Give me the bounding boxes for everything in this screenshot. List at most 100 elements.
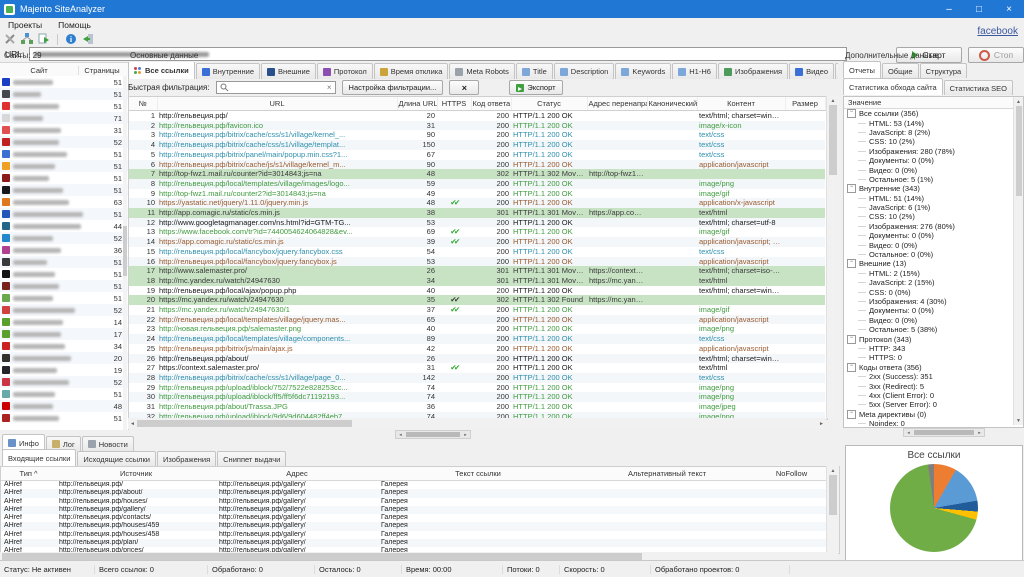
site-row[interactable]: 34: [0, 340, 128, 352]
tree-node[interactable]: 2xx (Success): 351: [844, 372, 1023, 381]
tree-node[interactable]: −Коды ответа (356): [844, 363, 1023, 372]
menu-help[interactable]: Помощь: [50, 20, 99, 30]
links-table-row[interactable]: 13https://www.facebook.com/tr?id=7440054…: [129, 227, 825, 237]
sites-scrollbar[interactable]: [123, 76, 127, 430]
site-row[interactable]: 19: [0, 364, 128, 376]
tab-Статистика SEO[interactable]: Статистика SEO: [944, 80, 1013, 95]
site-row[interactable]: 51: [0, 160, 128, 172]
site-row[interactable]: 51: [0, 88, 128, 100]
column-header[interactable]: HTTPS: [437, 97, 471, 111]
inbound-link-row[interactable]: AHrefhttp://гельвеция.рф/plan/http://гел…: [1, 539, 827, 547]
inbound-link-row[interactable]: AHrefhttp://гельвеция.рф/contacts/http:/…: [1, 514, 827, 522]
column-header[interactable]: Альтернативный текст: [578, 467, 756, 481]
links-table-row[interactable]: 11http://app.comagic.ru/static/cs.min.js…: [129, 208, 825, 218]
site-row[interactable]: 48: [0, 400, 128, 412]
site-row[interactable]: 20: [0, 352, 128, 364]
site-row[interactable]: 51: [0, 100, 128, 112]
tree-node[interactable]: −Meta директивы (0): [844, 410, 1023, 419]
tab-Изображения[interactable]: Изображения: [718, 63, 788, 79]
column-header[interactable]: Адрес: [216, 467, 378, 481]
links-table-row[interactable]: 3http://гельвеция.рф/bitrix/cache/css/s1…: [129, 130, 825, 140]
tree-node[interactable]: −Протокол (343): [844, 334, 1023, 343]
links-table-row[interactable]: 5http://гельвеция.рф/bitrix/panel/main/p…: [129, 150, 825, 160]
tree-node[interactable]: Остальное: 5 (38%): [844, 325, 1023, 334]
minimize-button[interactable]: –: [934, 0, 964, 18]
inbound-link-row[interactable]: AHrefhttp://гельвеция.рф/houses/458http:…: [1, 531, 827, 539]
tab-Title[interactable]: Title: [516, 63, 553, 79]
site-row[interactable]: 51: [0, 76, 128, 88]
sites-col-site[interactable]: Сайт: [0, 66, 78, 75]
tab-Внешние[interactable]: Внешние: [261, 63, 316, 79]
column-header[interactable]: Статус: [511, 97, 587, 111]
site-row[interactable]: 17: [0, 328, 128, 340]
project-tree-icon[interactable]: [21, 33, 33, 45]
column-header[interactable]: Текст ссылки: [378, 467, 578, 481]
links-table-row[interactable]: 31http://гельвеция.рф/about/Trassa.JPG36…: [129, 402, 825, 412]
tab-Структура[interactable]: Структура: [920, 63, 968, 78]
collapse-icon[interactable]: −: [847, 410, 856, 419]
inbound-link-row[interactable]: AHrefhttp://гельвеция.рф/houses/http://г…: [1, 498, 827, 506]
reset-filter-button[interactable]: ×: [449, 80, 479, 95]
links-table-row[interactable]: 4http://гельвеция.рф/bitrix/cache/css/s1…: [129, 140, 825, 150]
site-row[interactable]: 52: [0, 376, 128, 388]
collapse-icon[interactable]: −: [847, 109, 856, 118]
inbound-hscrollbar[interactable]: [0, 552, 838, 560]
tree-node[interactable]: Видео: 0 (0%): [844, 240, 1023, 249]
tab-Отчеты[interactable]: Отчеты: [843, 61, 881, 78]
site-row[interactable]: 51: [0, 256, 128, 268]
column-header[interactable]: Адрес перенаправления: [587, 97, 647, 111]
tab-Meta Robots[interactable]: Meta Robots: [449, 63, 515, 79]
column-header[interactable]: №: [129, 97, 157, 111]
collapse-icon[interactable]: −: [847, 184, 856, 193]
links-table-row[interactable]: 16http://гельвеция.рф/local/fancybox/jqu…: [129, 257, 825, 267]
tab-Исходящие ссылки[interactable]: Исходящие ссылки: [77, 451, 156, 466]
site-row[interactable]: 51: [0, 148, 128, 160]
tree-node[interactable]: CSS: 10 (2%): [844, 212, 1023, 221]
column-header[interactable]: Тип ^: [1, 467, 56, 481]
sites-col-pages[interactable]: Страницы: [78, 66, 125, 75]
site-row[interactable]: 51: [0, 184, 128, 196]
links-table-row[interactable]: 2http://гельвеция.рф/favicon.ico31200HTT…: [129, 121, 825, 131]
links-table-row[interactable]: 25http://гельвеция.рф/bitrix/js/main/aja…: [129, 344, 825, 354]
site-row[interactable]: 51: [0, 280, 128, 292]
column-header[interactable]: Код ответа: [471, 97, 511, 111]
links-table-row[interactable]: 21https://mc.yandex.ru/watch/24947630/13…: [129, 305, 825, 315]
links-table-row[interactable]: 28http://гельвеция.рф/bitrix/cache/css/s…: [129, 373, 825, 383]
exit-icon[interactable]: [82, 33, 94, 45]
tree-node[interactable]: Остальное: 0 (0%): [844, 250, 1023, 259]
tree-node[interactable]: JavaScript: 6 (1%): [844, 203, 1023, 212]
column-header[interactable]: Размер: [785, 97, 825, 111]
links-table-row[interactable]: 24http://гельвеция.рф/local/templates/vi…: [129, 334, 825, 344]
site-row[interactable]: 36: [0, 244, 128, 256]
tab-Изображения[interactable]: Изображения: [157, 451, 216, 466]
column-header[interactable]: Источник: [56, 467, 216, 481]
tree-node[interactable]: JavaScript: 2 (15%): [844, 278, 1023, 287]
tree-node[interactable]: JavaScript: 8 (2%): [844, 128, 1023, 137]
site-row[interactable]: 51: [0, 268, 128, 280]
site-row[interactable]: 52: [0, 304, 128, 316]
links-table-row[interactable]: 19http://гельвеция.рф/local/ajax/popup.p…: [129, 286, 825, 296]
filter-settings-button[interactable]: Настройка фильтрации...: [342, 80, 444, 95]
tab-Статистика обхода сайта[interactable]: Статистика обхода сайта: [843, 78, 943, 95]
links-table-row[interactable]: 20https://mc.yandex.ru/watch/2494763035✔…: [129, 295, 825, 305]
tree-vscrollbar[interactable]: ▲▼: [1013, 97, 1023, 425]
links-table-row[interactable]: 23http://новая.гельвеция.рф/salemaster.p…: [129, 324, 825, 334]
site-row[interactable]: 51: [0, 388, 128, 400]
inbound-link-row[interactable]: AHrefhttp://гельвеция.рф/http://гельвеци…: [1, 481, 827, 490]
tab-Сниппет выдачи[interactable]: Сниппет выдачи: [217, 451, 286, 466]
quick-filter-input[interactable]: ×: [216, 81, 336, 94]
tree-node[interactable]: HTML: 2 (15%): [844, 269, 1023, 278]
export-button[interactable]: Экспорт: [509, 80, 562, 95]
tab-Внутренние[interactable]: Внутренние: [196, 63, 260, 79]
tree-node[interactable]: 5xx (Server Error): 0: [844, 400, 1023, 409]
links-table-row[interactable]: 18http://mc.yandex.ru/watch/249476303430…: [129, 276, 825, 286]
collapse-icon[interactable]: −: [847, 335, 856, 344]
tree-node[interactable]: Документы: 0 (0%): [844, 306, 1023, 315]
tree-splitter-handle[interactable]: ◄►: [903, 428, 985, 437]
tab-Протокол[interactable]: Протокол: [317, 63, 373, 79]
tab-Description[interactable]: Description: [554, 63, 615, 79]
site-row[interactable]: 52: [0, 136, 128, 148]
tree-node[interactable]: Остальное: 5 (1%): [844, 175, 1023, 184]
tree-node[interactable]: Документы: 0 (0%): [844, 156, 1023, 165]
tab-Общие[interactable]: Общие: [882, 63, 919, 78]
